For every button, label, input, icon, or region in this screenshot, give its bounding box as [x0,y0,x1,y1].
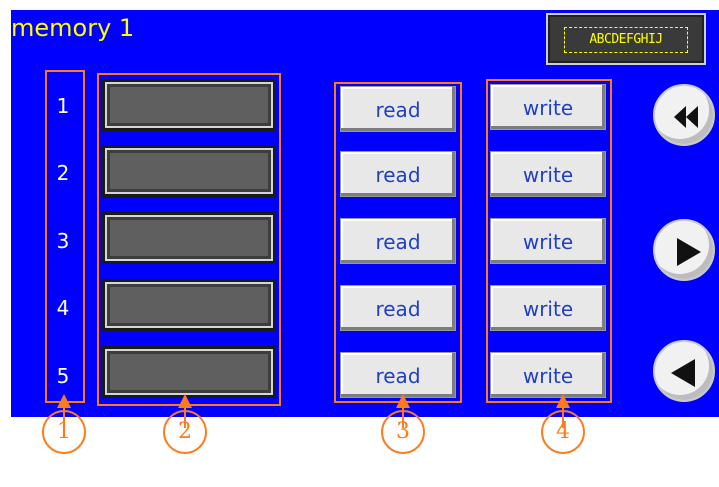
row-number-2: 2 [56,161,70,185]
write-button-3[interactable]: write [490,218,606,264]
callout-circle-4: 4 [541,410,585,454]
next-button[interactable] [653,219,715,281]
text-display: ABCDEFGHIJ [546,13,706,65]
row-number-5: 5 [56,364,70,388]
rewind-button[interactable] [653,84,715,146]
write-button-5[interactable]: write [490,352,606,398]
play-right-icon [677,238,701,266]
page-title: memory 1 [11,14,135,42]
write-button-2[interactable]: write [490,151,606,197]
callout-circle-3: 3 [381,410,425,454]
play-left-icon [671,359,695,387]
memory-slot-2 [102,145,276,197]
read-button-4[interactable]: read [340,285,456,331]
row-number-1: 1 [56,94,70,118]
rewind-icon [674,106,698,128]
text-display-value: ABCDEFGHIJ [564,27,688,53]
memory-slot-4 [102,279,276,331]
memory-slot-5 [102,346,276,398]
callout-circle-2: 2 [163,410,207,454]
memory-slot-3 [102,212,276,264]
read-button-2[interactable]: read [340,151,456,197]
read-button-5[interactable]: read [340,352,456,398]
write-button-1[interactable]: write [490,84,606,130]
write-button-4[interactable]: write [490,285,606,331]
callout-circle-1: 1 [42,410,86,454]
row-number-3: 3 [56,229,70,253]
read-button-3[interactable]: read [340,218,456,264]
read-button-1[interactable]: read [340,86,456,132]
row-number-4: 4 [56,296,70,320]
memory-slot-1 [102,79,276,131]
previous-button[interactable] [653,340,715,402]
